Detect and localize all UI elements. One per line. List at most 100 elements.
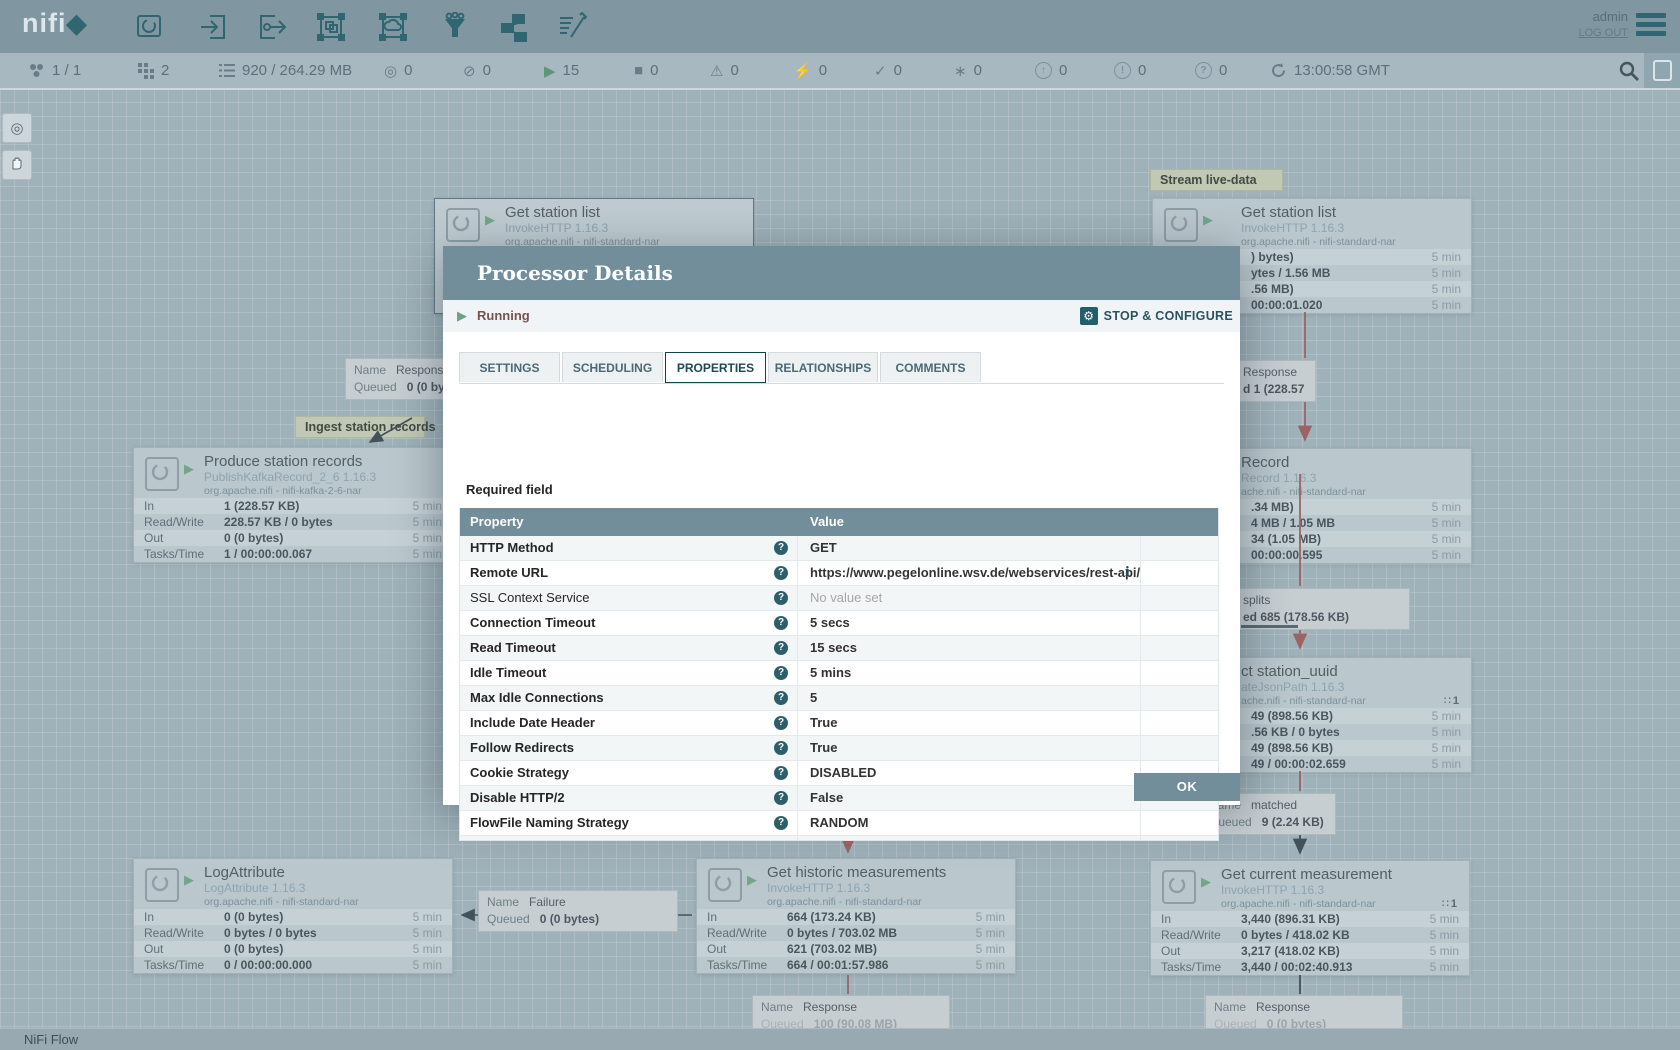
status-bar: 1 / 1 2 920 / 264.29 MB ◎0 ⊘0 ▶15 ■0 ⚠0 …	[0, 53, 1680, 90]
running-status-text: Running	[477, 300, 530, 332]
required-field-note: Required field	[466, 482, 553, 497]
help-icon[interactable]: ?	[774, 766, 788, 780]
panel-icon	[1653, 60, 1672, 81]
property-row[interactable]: HTTP Method?GET	[460, 536, 1218, 561]
property-row[interactable]: Cookie Strategy?DISABLED	[460, 761, 1218, 786]
property-row[interactable]: SSL Context Service?No value set	[460, 586, 1218, 611]
help-icon[interactable]: ?	[774, 541, 788, 555]
property-row[interactable]: Include Date Header?True	[460, 711, 1218, 736]
help-icon[interactable]: ?	[774, 791, 788, 805]
info-icon[interactable]: i	[1125, 561, 1130, 585]
tab-scheduling[interactable]: SCHEDULING	[562, 352, 663, 382]
locally-modified-icon: ∗	[954, 62, 967, 80]
help-icon[interactable]: ?	[774, 741, 788, 755]
label-tool-icon[interactable]	[557, 12, 587, 42]
help-icon[interactable]: ?	[774, 666, 788, 680]
help-icon[interactable]: ?	[774, 691, 788, 705]
label-stream-live-data[interactable]: Stream live-data	[1150, 169, 1283, 191]
logout-link[interactable]: LOG OUT	[1578, 25, 1628, 42]
stat-row: Out3,217 (418.02 KB)5 min	[1151, 943, 1469, 959]
canvas-locate-button[interactable]: ◎	[2, 113, 32, 143]
property-row[interactable]: Read Timeout?15 secs	[460, 636, 1218, 661]
funnel-tool-icon[interactable]	[440, 12, 470, 42]
help-icon[interactable]: ?	[774, 566, 788, 580]
search-icon[interactable]	[1618, 60, 1640, 82]
stop-and-configure-button[interactable]: ⚙ STOP & CONFIGURE	[1080, 300, 1233, 332]
template-tool-icon[interactable]	[498, 12, 528, 42]
nifi-app: ◎ Stream live-data Ingest station record…	[0, 0, 1680, 1050]
remote-process-group-tool-icon[interactable]	[378, 12, 408, 42]
stat-row: In1 (228.57 KB)5 min	[134, 498, 452, 514]
property-row[interactable]: Idle Timeout?5 mins	[460, 661, 1218, 686]
label-ingest-station-records[interactable]: Ingest station records	[295, 416, 425, 438]
property-row[interactable]: Attributes to Send?No value set	[460, 836, 1218, 841]
processor-tool-icon[interactable]	[134, 12, 164, 42]
processor-icon	[446, 208, 480, 242]
processor-icon	[145, 457, 179, 491]
last-refreshed-time: 13:00:58 GMT	[1294, 62, 1390, 79]
input-port-tool-icon[interactable]	[198, 12, 228, 42]
property-row[interactable]: Max Idle Connections?5	[460, 686, 1218, 711]
breadcrumb-nifi-flow[interactable]: NiFi Flow	[24, 1032, 78, 1047]
tab-comments[interactable]: COMMENTS	[880, 352, 981, 382]
property-row[interactable]: Remote URL?https://www.pegelonline.wsv.d…	[460, 561, 1218, 586]
sync-failure-count: 0	[1219, 62, 1227, 79]
stopped-icon: ■	[634, 62, 643, 79]
help-icon[interactable]: ?	[774, 641, 788, 655]
processor-name: Get current measurement	[1221, 866, 1392, 883]
property-row[interactable]: Connection Timeout?5 secs	[460, 611, 1218, 636]
queued-icon	[218, 62, 235, 79]
app-header: nifi◆ admin LOG OUT	[0, 0, 1680, 53]
processor-produce-station-records[interactable]: ▶ Produce station records PublishKafkaRe…	[133, 447, 453, 563]
processor-type: InvokeHTTP 1.16.3	[1221, 883, 1324, 897]
process-group-tool-icon[interactable]	[316, 12, 346, 42]
running-status-icon: ▶	[457, 308, 467, 324]
processor-name: Get station list	[505, 204, 600, 221]
dialog-title: Processor Details	[443, 246, 1240, 300]
tab-properties[interactable]: PROPERTIES	[665, 352, 766, 383]
help-icon[interactable]: ?	[774, 816, 788, 830]
cluster-count: 1 / 1	[52, 62, 81, 79]
processor-type: ateJsonPath 1.16.3	[1241, 680, 1344, 694]
stale-icon: ↑	[1035, 62, 1052, 79]
running-indicator-icon: ▶	[485, 212, 495, 228]
menu-icon[interactable]	[1636, 13, 1666, 37]
processor-icon	[145, 868, 179, 902]
refresh-icon[interactable]	[1270, 62, 1287, 79]
processor-name: Produce station records	[204, 453, 362, 470]
canvas-pan-button[interactable]	[2, 150, 32, 180]
dialog-tabs: SETTINGS SCHEDULING PROPERTIES RELATIONS…	[459, 352, 1224, 384]
running-indicator-icon: ▶	[184, 872, 194, 888]
bulletin-panel-toggle[interactable]	[1644, 53, 1680, 88]
stat-row: Read/Write0 bytes / 418.02 KB5 min	[1151, 927, 1469, 943]
stale-count: 0	[1059, 62, 1067, 79]
ok-button[interactable]: OK	[1134, 773, 1240, 801]
running-indicator-icon: ▶	[747, 872, 757, 888]
output-port-tool-icon[interactable]	[257, 12, 287, 42]
processor-icon	[1162, 870, 1196, 904]
property-row[interactable]: Disable HTTP/2?False	[460, 786, 1218, 811]
disabled-count: 0	[819, 62, 827, 79]
processor-get-current-measurement[interactable]: ▶ Get current measurement InvokeHTTP 1.1…	[1150, 860, 1470, 976]
hand-icon	[9, 155, 25, 175]
property-row[interactable]: FlowFile Naming Strategy?RANDOM	[460, 811, 1218, 836]
processor-log-attribute[interactable]: ▶ LogAttribute LogAttribute 1.16.3 org.a…	[133, 858, 453, 974]
processor-icon	[708, 868, 742, 902]
tab-settings[interactable]: SETTINGS	[459, 352, 560, 382]
properties-table-header: Property Value	[460, 508, 1218, 536]
thread-count: 2	[161, 62, 169, 79]
connection-label-failure[interactable]: NameFailure Queued0 (0 bytes)	[478, 890, 678, 932]
invalid-count: 0	[730, 62, 738, 79]
locally-modified-stale-count: 0	[1138, 62, 1146, 79]
processor-get-historic-measurements[interactable]: ▶ Get historic measurements InvokeHTTP 1…	[696, 858, 1016, 974]
username: admin	[1578, 8, 1628, 25]
breadcrumb-bar: NiFi Flow	[0, 1028, 1680, 1050]
help-icon[interactable]: ?	[774, 616, 788, 630]
help-icon[interactable]: ?	[774, 591, 788, 605]
processor-name: ct station_uuid	[1241, 663, 1338, 680]
cluster-badge: ∷ 1	[1442, 897, 1457, 910]
help-icon[interactable]: ?	[774, 716, 788, 730]
property-row[interactable]: Follow Redirects?True	[460, 736, 1218, 761]
tab-relationships[interactable]: RELATIONSHIPS	[768, 352, 878, 382]
transmitting-count: 0	[404, 62, 412, 79]
